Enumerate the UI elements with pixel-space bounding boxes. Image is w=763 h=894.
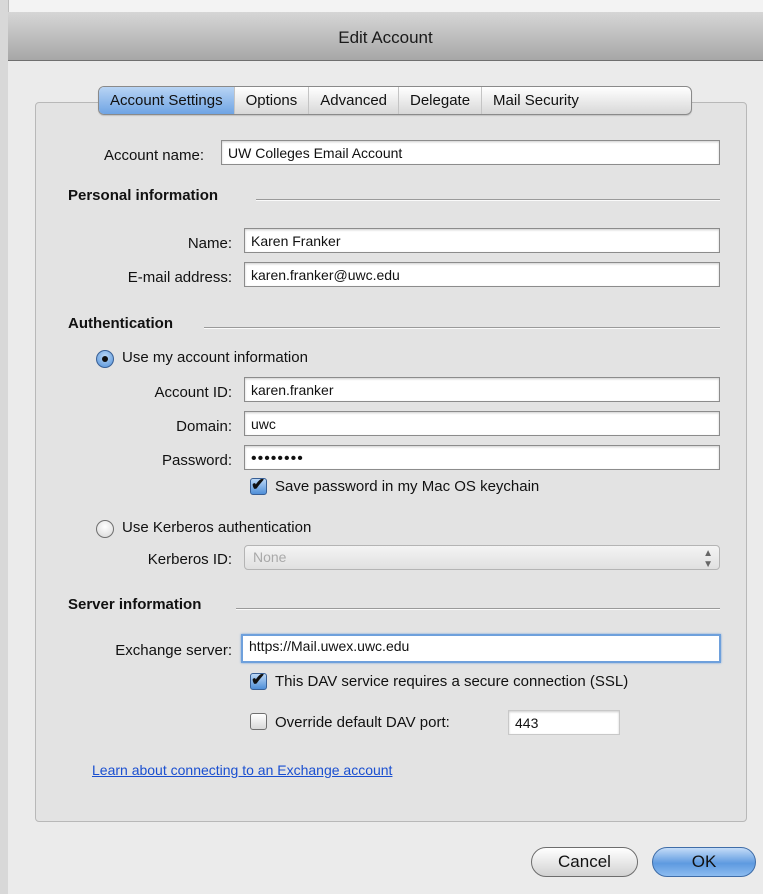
kerberos-id-value: None: [253, 549, 287, 565]
exchange-server-label: Exchange server:: [115, 642, 232, 659]
tab-options[interactable]: Options: [235, 87, 310, 114]
tab-advanced[interactable]: Advanced: [309, 87, 399, 114]
save-password-label: Save password in my Mac OS keychain: [275, 478, 540, 495]
tab-account-settings[interactable]: Account Settings: [99, 87, 235, 114]
server-info-heading: Server information: [68, 596, 202, 613]
ssl-label: This DAV service requires a secure conne…: [275, 673, 629, 690]
title-bar: Edit Account: [8, 12, 763, 61]
personal-info-separator: [256, 199, 720, 201]
account-name-label: Account name:: [103, 147, 204, 164]
dav-port-field[interactable]: 443: [508, 710, 620, 735]
email-label: E-mail address:: [127, 269, 232, 286]
name-field[interactable]: Karen Franker: [244, 228, 720, 253]
use-account-info-radio[interactable]: [96, 350, 114, 368]
ok-button[interactable]: OK: [652, 847, 756, 877]
password-label: Password:: [161, 452, 232, 469]
cancel-button[interactable]: Cancel: [531, 847, 638, 877]
personal-info-heading: Personal information: [68, 187, 219, 204]
account-id-label: Account ID:: [154, 384, 232, 401]
window-title: Edit Account: [338, 28, 433, 47]
password-field[interactable]: ••••••••: [244, 445, 720, 470]
kerberos-id-select[interactable]: None ▲ ▼: [244, 545, 720, 570]
account-id-field[interactable]: karen.franker: [244, 377, 720, 402]
up-down-arrows-icon: ▲ ▼: [703, 548, 713, 570]
email-field[interactable]: karen.franker@uwc.edu: [244, 262, 720, 287]
authentication-separator: [204, 327, 720, 329]
override-port-checkbox[interactable]: [250, 713, 267, 730]
use-account-info-label: Use my account information: [122, 349, 308, 366]
exchange-server-field[interactable]: https://Mail.uwex.uwc.edu: [241, 634, 721, 663]
tab-bar: Account Settings Options Advanced Delega…: [98, 86, 692, 115]
use-kerberos-radio[interactable]: [96, 520, 114, 538]
exchange-help-link[interactable]: Learn about connecting to an Exchange ac…: [92, 762, 392, 778]
checkmark-icon: ✔: [251, 670, 266, 689]
checkmark-icon: ✔: [251, 475, 266, 494]
kerberos-id-label: Kerberos ID:: [147, 551, 232, 568]
account-name-field[interactable]: UW Colleges Email Account: [221, 140, 720, 165]
domain-field[interactable]: uwc: [244, 411, 720, 436]
save-password-checkbox[interactable]: ✔: [250, 475, 267, 495]
domain-label: Domain:: [176, 418, 232, 435]
override-port-label: Override default DAV port:: [275, 714, 450, 731]
tab-mail-security[interactable]: Mail Security: [482, 87, 595, 114]
ssl-checkbox[interactable]: ✔: [250, 670, 267, 690]
authentication-heading: Authentication: [68, 315, 173, 332]
tab-delegate[interactable]: Delegate: [399, 87, 483, 114]
use-kerberos-label: Use Kerberos authentication: [122, 519, 312, 536]
name-label: Name:: [187, 235, 232, 252]
server-info-separator: [236, 608, 720, 610]
